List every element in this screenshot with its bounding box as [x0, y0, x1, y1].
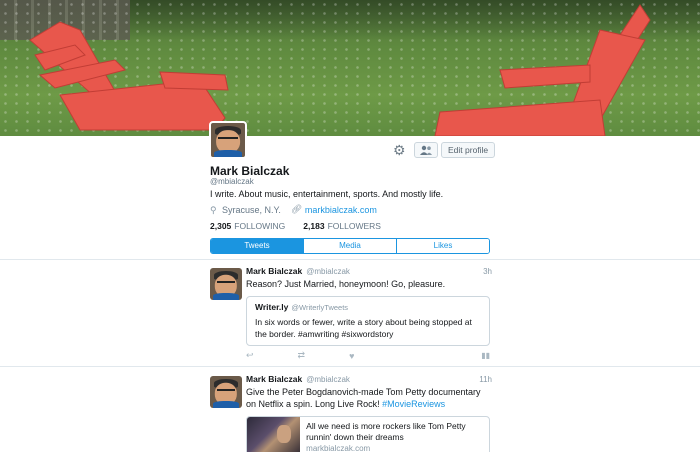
- tweet-time[interactable]: 11h: [479, 375, 492, 384]
- user-add-icon: [420, 145, 432, 155]
- profile-website-link[interactable]: markbialczak.com: [305, 205, 377, 215]
- retweet-icon[interactable]: ⇄: [298, 350, 306, 361]
- tab-tweets[interactable]: Tweets: [211, 239, 303, 253]
- quoted-author: Writer.ly: [255, 302, 289, 312]
- profile-tabs: Tweets Media Likes: [210, 238, 490, 254]
- tweet-time[interactable]: 3h: [483, 267, 492, 276]
- card-image: [247, 417, 301, 452]
- profile-location: Syracuse, N.Y.: [222, 204, 281, 215]
- tweet-author[interactable]: Mark Bialczak: [246, 374, 302, 384]
- card-title: All we need is more rockers like Tom Pet…: [306, 421, 466, 442]
- tweet-text: Give the Peter Bogdanovich-made Tom Pett…: [246, 386, 492, 410]
- link-card[interactable]: All we need is more rockers like Tom Pet…: [246, 416, 490, 452]
- reply-icon[interactable]: ↩: [246, 350, 254, 361]
- following-stat[interactable]: 2,305 FOLLOWING: [210, 221, 285, 231]
- tweet-divider: [0, 366, 700, 367]
- profile-stats: 2,305 FOLLOWING 2,183 FOLLOWERS: [210, 221, 381, 231]
- profile-bio: I write. About music, entertainment, spo…: [210, 189, 444, 199]
- profile-meta: ⚲ Syracuse, N.Y. 🔗︎ markbialczak.com: [210, 204, 377, 215]
- followers-stat[interactable]: 2,183 FOLLOWERS: [303, 221, 381, 231]
- tweet-item[interactable]: Mark Bialczak @mbialczak 11h Give the Pe…: [210, 370, 492, 452]
- add-user-button[interactable]: [414, 142, 438, 158]
- following-count: 2,305: [210, 221, 232, 231]
- profile-avatar[interactable]: [209, 121, 247, 159]
- tweet-avatar[interactable]: [210, 376, 242, 408]
- quoted-tweet[interactable]: Writer.ly @WriterlyTweets In six words or…: [246, 296, 490, 346]
- tab-media[interactable]: Media: [303, 239, 396, 253]
- tweet-handle: @mbialczak: [306, 375, 350, 384]
- tweet-author[interactable]: Mark Bialczak: [246, 266, 302, 276]
- card-domain: markbialczak.com: [306, 444, 371, 452]
- tweet-text-main: Give the Peter Bogdanovich-made Tom Pett…: [246, 387, 481, 409]
- tweet-actions: ↩ ⇄ ♥ ▮▮: [246, 350, 490, 361]
- quoted-handle: @WriterlyTweets: [291, 303, 349, 312]
- followers-label: FOLLOWERS: [327, 221, 381, 231]
- edit-profile-button[interactable]: Edit profile: [441, 142, 496, 158]
- tab-likes[interactable]: Likes: [396, 239, 489, 253]
- tweet-item[interactable]: Mark Bialczak @mbialczak 3h Reason? Just…: [210, 262, 492, 367]
- gear-icon[interactable]: ⚙: [393, 143, 407, 157]
- tweet-avatar[interactable]: [210, 268, 242, 300]
- quoted-text: In six words or fewer, write a story abo…: [255, 317, 472, 339]
- followers-count: 2,183: [303, 221, 325, 231]
- following-label: FOLLOWING: [234, 221, 286, 231]
- profile-banner: [0, 0, 700, 136]
- tweet-text: Reason? Just Married, honeymoon! Go, ple…: [246, 279, 446, 289]
- banner-chair-left: [29, 4, 651, 136]
- tweet-handle: @mbialczak: [306, 267, 350, 276]
- profile-handle: @mbialczak: [210, 177, 254, 186]
- location-pin-icon: ⚲: [210, 204, 217, 215]
- link-icon: 🔗︎: [290, 204, 303, 214]
- like-icon[interactable]: ♥: [349, 351, 354, 361]
- profile-name: Mark Bialczak: [210, 164, 290, 178]
- tweet-hashtag[interactable]: #MovieReviews: [382, 399, 445, 409]
- analytics-icon[interactable]: ▮▮: [481, 351, 490, 360]
- divider: [0, 259, 700, 260]
